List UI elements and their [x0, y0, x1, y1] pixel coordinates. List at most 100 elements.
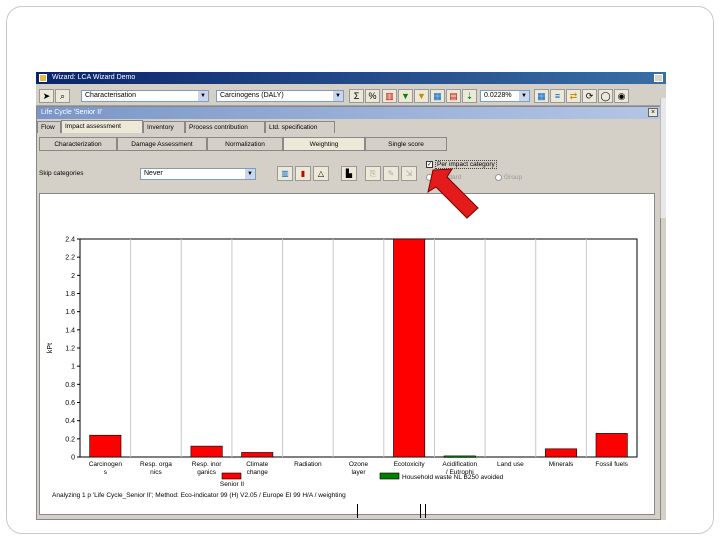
bar: [393, 238, 426, 458]
y-tick-label: 1.6: [65, 309, 75, 316]
y-tick-label: 0.2: [65, 436, 75, 443]
filter-alt-icon[interactable]: ▼: [414, 89, 429, 103]
y-tick-label: 0.4: [65, 418, 75, 425]
chart-panel: 0 0.2 0.4 0.6 0.8 1 1.2 1.4 1.6 1.8 2 2.2 2.4 kPt Carc…: [39, 193, 655, 515]
category-label: nics: [150, 469, 162, 476]
tab-flow[interactable]: Flow: [37, 121, 61, 133]
chevron-down-icon[interactable]: ▼: [245, 169, 255, 179]
tab-specification[interactable]: Ltd. specification: [265, 121, 335, 133]
category-label: change: [247, 469, 269, 476]
tab-damage-assessment[interactable]: Damage Assessment: [117, 137, 207, 151]
legend-swatch: [379, 472, 400, 480]
stacked-chart-icon[interactable]: ▤: [446, 89, 461, 103]
y-tick-label: 1.8: [65, 291, 75, 298]
weighting-chart: 0 0.2 0.4 0.6 0.8 1 1.2 1.4 1.6 1.8 2 2.2 2.4 kPt Carc…: [47, 237, 638, 499]
skip-categories-label: Skip categories: [39, 170, 84, 177]
legend-label: Senior II: [220, 481, 244, 488]
y-tick-label: 1: [71, 364, 75, 371]
stop-icon[interactable]: ◯: [598, 89, 613, 103]
bar: [595, 433, 628, 458]
y-tick-label: 1.2: [65, 346, 75, 353]
skip-categories-value: Never: [144, 170, 163, 177]
per-impact-checkbox[interactable]: ✓: [426, 161, 433, 168]
y-tick-label: 0: [71, 455, 75, 462]
chart-caption: Analyzing 1 p 'Life Cycle_Senior II'; Me…: [52, 492, 346, 499]
group-label: Group: [504, 174, 523, 182]
bar: [545, 448, 578, 458]
y-tick-label: 2.2: [65, 255, 75, 262]
table-icon[interactable]: ▦: [534, 89, 549, 103]
bar: [190, 445, 223, 458]
y-tick-label: 0.6: [65, 400, 75, 407]
chevron-down-icon[interactable]: ▼: [519, 91, 529, 101]
category-label: Minerals: [549, 461, 574, 468]
y-tick-label: 2.4: [65, 237, 75, 244]
tab-characterization[interactable]: Characterization: [39, 137, 117, 151]
sum-button[interactable]: Σ: [349, 89, 364, 103]
divider-line: [425, 504, 426, 518]
category-label: Ozone: [349, 461, 369, 468]
subwindow-title: Life Cycle 'Senior II': [41, 109, 103, 116]
cutoff-combo[interactable]: 0.0228% ▼: [480, 90, 530, 102]
export-disabled-icon: ⇲: [401, 166, 417, 181]
app-titlebar: Wizard: LCA Wizard Demo: [36, 72, 666, 84]
app-icon: [39, 74, 47, 82]
category-label: Carcinogen: [89, 461, 123, 468]
category-combo[interactable]: Carcinogens (DALY) ▼: [216, 90, 344, 102]
refresh-icon[interactable]: ⟳: [582, 89, 597, 103]
triangle-chart-icon[interactable]: △: [313, 166, 329, 181]
bar: [443, 455, 476, 458]
bar-chart-view-icon[interactable]: ▮: [295, 166, 311, 181]
chevron-down-icon[interactable]: ▼: [333, 91, 343, 101]
app-title: Wizard: LCA Wizard Demo: [52, 74, 136, 81]
tab-process-contribution[interactable]: Process contribution: [185, 121, 265, 133]
cutoff-value: 0.0228%: [484, 92, 512, 99]
category-label: Radiation: [294, 461, 322, 468]
divider-line: [420, 504, 421, 518]
tab-inventory[interactable]: Inventory: [143, 121, 185, 133]
stacked-bars-icon[interactable]: ▙: [341, 166, 357, 181]
group-radio: [495, 174, 502, 181]
y-tick-label: 2: [71, 273, 75, 280]
skip-categories-combo[interactable]: Never ▼: [140, 168, 256, 180]
column-chart-icon[interactable]: ▦: [430, 89, 445, 103]
list-icon[interactable]: ≡: [550, 89, 565, 103]
tab-weighting[interactable]: Weighting: [283, 137, 365, 151]
bar: [241, 452, 274, 458]
group-option: Group: [495, 174, 522, 181]
method-combo[interactable]: Characterisation ▼: [81, 90, 209, 102]
method-combo-value: Characterisation: [85, 92, 136, 99]
category-label: Land use: [497, 461, 524, 468]
edit-disabled-icon: ✎: [383, 166, 399, 181]
life-cycle-subwindow: Life Cycle 'Senior II' × Flow Impact ass…: [36, 106, 661, 520]
percent-button[interactable]: %: [365, 89, 380, 103]
y-tick-label: 0.8: [65, 382, 75, 389]
category-label: Resp. inor: [192, 461, 222, 468]
filter-icon[interactable]: ▼: [398, 89, 413, 103]
table-view-icon[interactable]: ▥: [277, 166, 293, 181]
tab-single-score[interactable]: Single score: [365, 137, 447, 151]
plot-frame: [79, 238, 638, 458]
tab-normalization[interactable]: Normalization: [207, 137, 283, 151]
swap-icon[interactable]: ⇄: [566, 89, 581, 103]
chevron-down-icon[interactable]: ▼: [198, 91, 208, 101]
disk-icon[interactable]: ◉: [614, 89, 629, 103]
category-label: s: [104, 469, 108, 476]
zoom-tool-icon[interactable]: ⌕: [55, 89, 70, 103]
cutoff-icon[interactable]: ⇣: [462, 89, 477, 103]
y-axis-label: kPt: [47, 343, 54, 353]
category-label: layer: [351, 469, 366, 476]
category-label: Resp. orga: [140, 461, 172, 468]
pointer-tool-icon[interactable]: ➤: [39, 89, 54, 103]
close-icon[interactable]: ×: [648, 108, 658, 117]
red-pointer-arrow: [427, 168, 479, 219]
bar-chart-icon[interactable]: ▥: [382, 89, 397, 103]
category-combo-value: Carcinogens (DALY): [220, 92, 284, 99]
subwindow-titlebar: Life Cycle 'Senior II' ×: [37, 107, 660, 119]
copy-disabled-icon: ⎘: [365, 166, 381, 181]
category-label: Climate: [246, 461, 268, 468]
tab-impact-assessment[interactable]: Impact assessment: [61, 120, 143, 133]
y-tick-label: 1.4: [65, 327, 75, 334]
vertical-scrollbar[interactable]: [660, 98, 666, 218]
app-close-icon[interactable]: [654, 74, 663, 82]
